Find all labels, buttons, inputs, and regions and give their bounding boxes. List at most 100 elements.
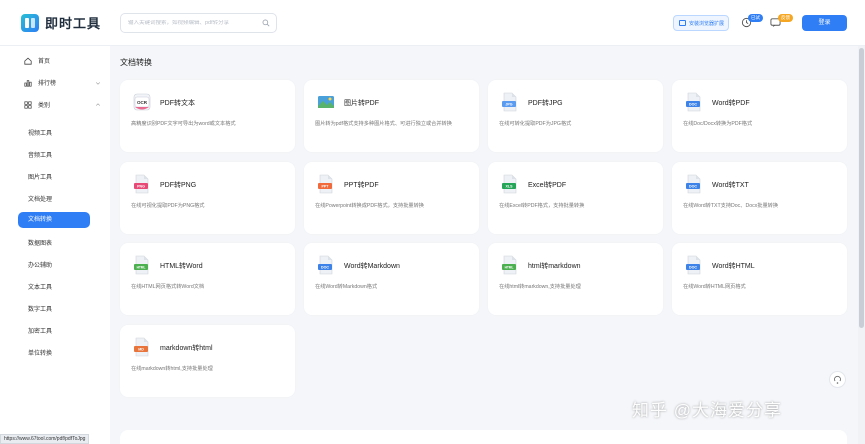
sidebar-sub-audio[interactable]: 音频工具	[28, 150, 52, 159]
xls-file-icon: XLS	[502, 174, 517, 194]
sidebar-sub-number[interactable]: 数字工具	[28, 304, 52, 313]
tool-card[interactable]: 图片转PDF 图片转为pdf格式支持多种图片格式、可进行独立或合并转换	[304, 80, 479, 152]
tool-card[interactable]: DOC Word转Markdown 在线Word转Markdown格式	[304, 243, 479, 315]
tool-card-desc: 在线Doc/Docx转换为PDF格式	[683, 121, 753, 127]
tool-card-desc: 在线html转markdown,支持批量处理	[499, 284, 581, 290]
tool-card-title: html转markdown	[528, 263, 581, 270]
chevron-up-icon[interactable]	[95, 102, 101, 108]
tool-card-title: HTML转Word	[160, 263, 203, 270]
tool-card-title: Excel转PDF	[528, 182, 567, 189]
file-icon-label: DOC	[689, 102, 697, 106]
login-button[interactable]: 登录	[802, 15, 847, 31]
sidebar-sub-doc-process[interactable]: 文档处理	[28, 194, 52, 203]
tool-card-desc: 图片转为pdf格式支持多种图片格式、可进行独立或合并转换	[315, 121, 452, 127]
html-file-icon: HTML	[134, 255, 149, 275]
sidebar-sub-video[interactable]: 视频工具	[28, 128, 52, 137]
tool-card-desc: 在线markdown转html,支持批量处理	[131, 366, 213, 372]
tool-card-desc: 高精度识别PDF文字可导出为word或文本格式	[131, 121, 236, 127]
watermark: 知乎 @大海爱分享	[632, 401, 782, 420]
tool-card-title: PDF转JPG	[528, 100, 563, 107]
ranking-icon	[24, 79, 32, 87]
jpg-file-icon: JPG	[502, 92, 517, 112]
file-icon-label: HTML	[137, 265, 146, 269]
sidebar: 首页 排行榜 类别 视频工具 音频工具 图片工具 文档处理 文档转换 数据图表 …	[0, 46, 110, 444]
sidebar-sub-office[interactable]: 办公辅助	[28, 260, 52, 269]
tool-card-desc: 在线HTML网页格式转Word文档	[131, 284, 205, 290]
scrollbar[interactable]	[858, 46, 865, 444]
tool-card[interactable]: XLS Excel转PDF 在线Excel转PDF格式，支持批量转换	[488, 162, 663, 234]
sidebar-item-home[interactable]: 首页	[24, 56, 50, 65]
tool-card-title: PDF转PNG	[160, 182, 197, 189]
sidebar-item-label: 首页	[38, 59, 51, 65]
file-icon-label: PPT	[322, 184, 330, 188]
status-url: https://www.67tool.com/pdf/pdfToJpg	[0, 434, 90, 444]
file-icon-label: HTML	[505, 265, 514, 269]
doc-file-icon: DOC	[686, 255, 701, 275]
tool-card-title: Word转Markdown	[344, 263, 400, 270]
search-icon[interactable]	[262, 19, 270, 27]
image-icon	[318, 96, 334, 108]
doc-file-icon: DOC	[318, 255, 333, 275]
search-box[interactable]	[120, 13, 277, 33]
tool-card[interactable]: DOC Word转HTML 在线Word转HTML网页格式	[672, 243, 847, 315]
tool-card[interactable]: MD markdown转html 在线markdown转html,支持批量处理	[120, 325, 295, 397]
logo[interactable]: 即时工具	[21, 13, 101, 32]
install-extension-button[interactable]: 安装浏览器扩展	[673, 15, 729, 31]
doc-file-icon: DOC	[686, 174, 701, 194]
tool-card-desc: 在线Word转Markdown格式	[315, 284, 378, 290]
tool-card-title: Word转HTML	[712, 263, 755, 270]
file-icon-label: DOC	[689, 265, 697, 269]
file-icon-label: PNG	[137, 184, 145, 188]
sidebar-sub-image[interactable]: 图片工具	[28, 172, 52, 181]
sidebar-item-label: 排行榜	[38, 81, 57, 87]
sidebar-sub-charts[interactable]: 数据图表	[28, 238, 52, 247]
tool-card-desc: 在线Excel转PDF格式，支持批量转换	[499, 203, 585, 209]
tool-card-title: PPT转PDF	[344, 182, 379, 189]
section-title: 文档转换	[120, 58, 152, 67]
tool-card-desc: 在线Powerpoint转换成PDF格式，支持批量转换	[315, 203, 424, 209]
sidebar-item-categories[interactable]: 类别	[24, 100, 50, 109]
help-icon	[834, 375, 841, 384]
tool-card-desc: 在线Word转TXT支持Doc、Docx批量转换	[683, 203, 779, 209]
html-file-icon: HTML	[502, 255, 517, 275]
sidebar-sub-doc-convert[interactable]: 文档转换	[18, 212, 90, 228]
sidebar-item-ranking[interactable]: 排行榜	[24, 78, 56, 87]
file-icon-label: XLS	[506, 184, 514, 188]
sidebar-sub-unit[interactable]: 单位转换	[28, 348, 52, 357]
tool-card[interactable]: DOC Word转PDF 在线Doc/Docx转换为PDF格式	[672, 80, 847, 152]
tool-card-desc: 在线Word转HTML网页格式	[683, 284, 746, 290]
file-icon-label: JPG	[505, 102, 512, 106]
scrollbar-thumb[interactable]	[859, 48, 864, 328]
sidebar-sub-encrypt[interactable]: 加密工具	[28, 326, 52, 335]
ppt-file-icon: PPT	[318, 174, 333, 194]
tool-card-desc: 在线可转化提取PDF为JPG格式	[499, 121, 572, 127]
feedback-badge: 反馈	[778, 14, 793, 22]
sidebar-sub-text[interactable]: 文本工具	[28, 282, 52, 291]
tool-card[interactable]: PPT PPT转PDF 在线Powerpoint转换成PDF格式，支持批量转换	[304, 162, 479, 234]
top-header: 即时工具 安装浏览器扩展 已试 反馈 登录	[0, 0, 865, 46]
ocr-icon: OCR	[133, 93, 151, 111]
tool-card[interactable]: DOC Word转TXT 在线Word转TXT支持Doc、Docx批量转换	[672, 162, 847, 234]
floating-help-button[interactable]	[829, 371, 846, 388]
logo-text: 即时工具	[45, 16, 102, 31]
tool-card-title: markdown转html	[160, 345, 213, 352]
tool-card[interactable]: JPG PDF转JPG 在线可转化提取PDF为JPG格式	[488, 80, 663, 152]
tool-card[interactable]: PNG PDF转PNG 在线可视化提取PDF为PNG格式	[120, 162, 295, 234]
file-icon-label: MD	[138, 347, 144, 351]
chevron-down-icon[interactable]	[95, 80, 101, 86]
tool-card[interactable]: OCR PDF转文本高精度识别PDF文字可导出为word或文本格式	[120, 80, 295, 152]
tool-card-desc: 在线可视化提取PDF为PNG格式	[131, 203, 205, 209]
logo-icon	[21, 13, 39, 32]
tool-card[interactable]: HTML HTML转Word 在线HTML网页格式转Word文档	[120, 243, 295, 315]
tool-card-title: PDF转文本	[160, 100, 195, 107]
next-section-card	[120, 430, 847, 444]
tool-card[interactable]: HTML html转markdown 在线html转markdown,支持批量处理	[488, 243, 663, 315]
install-extension-label: 安装浏览器扩展	[689, 20, 725, 27]
tool-card-title: 图片转PDF	[344, 100, 379, 107]
tool-card-title: Word转PDF	[712, 100, 750, 107]
doc-file-icon: DOC	[686, 92, 701, 112]
search-input[interactable]	[128, 20, 258, 26]
file-icon-label: DOC	[321, 265, 329, 269]
sidebar-item-label: 类别	[38, 103, 51, 109]
png-file-icon: PNG	[134, 174, 149, 194]
